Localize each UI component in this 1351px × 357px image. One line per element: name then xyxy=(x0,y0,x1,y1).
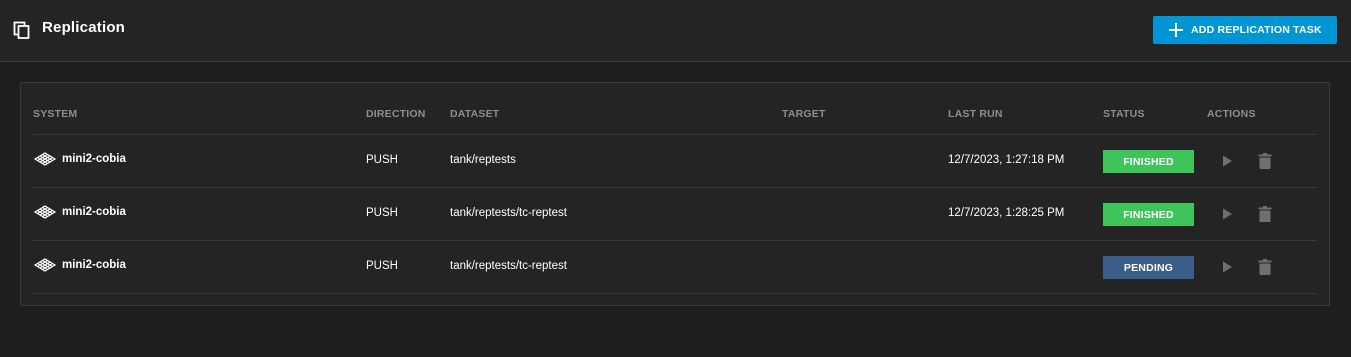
dataset-cell: tank/reptests/tc-reptest xyxy=(450,260,567,272)
trash-icon[interactable] xyxy=(1258,153,1272,169)
column-header-dataset[interactable]: DATASET xyxy=(450,108,499,120)
status-badge[interactable]: PENDING xyxy=(1103,256,1194,279)
page-header: Replication ADD REPLICATION TASK xyxy=(0,0,1351,62)
system-name: mini2-cobia xyxy=(62,259,126,271)
last-run-cell: 12/7/2023, 1:27:18 PM xyxy=(948,154,1065,166)
trash-icon[interactable] xyxy=(1258,259,1272,275)
column-header-direction[interactable]: DIRECTION xyxy=(366,108,426,120)
column-header-target[interactable]: TARGET xyxy=(782,108,826,120)
status-badge[interactable]: FINISHED xyxy=(1103,150,1194,173)
direction-cell: PUSH xyxy=(366,207,398,219)
column-header-system[interactable]: SYSTEM xyxy=(33,108,77,120)
play-icon[interactable] xyxy=(1220,154,1234,168)
trash-icon[interactable] xyxy=(1258,206,1272,222)
dataset-cell: tank/reptests xyxy=(450,154,516,166)
column-header-last-run[interactable]: LAST RUN xyxy=(948,108,1003,120)
column-header-status[interactable]: STATUS xyxy=(1103,108,1145,120)
truenas-mini-icon xyxy=(33,152,57,166)
add-replication-task-label: ADD REPLICATION TASK xyxy=(1191,24,1322,36)
last-run-cell: 12/7/2023, 1:28:25 PM xyxy=(948,207,1065,219)
direction-cell: PUSH xyxy=(366,260,398,272)
status-badge[interactable]: FINISHED xyxy=(1103,203,1194,226)
dataset-cell: tank/reptests/tc-reptest xyxy=(450,207,567,219)
play-icon[interactable] xyxy=(1220,207,1234,221)
add-replication-task-button[interactable]: ADD REPLICATION TASK xyxy=(1153,16,1337,44)
system-name: mini2-cobia xyxy=(62,206,126,218)
direction-cell: PUSH xyxy=(366,154,398,166)
copy-icon xyxy=(13,21,30,39)
system-cell: mini2-cobia xyxy=(33,204,126,220)
system-cell: mini2-cobia xyxy=(33,151,126,167)
table-row[interactable]: mini2-cobia PUSH tank/reptests/tc-reptes… xyxy=(33,188,1317,241)
truenas-mini-icon xyxy=(33,205,57,219)
column-header-actions: ACTIONS xyxy=(1207,108,1256,120)
system-name: mini2-cobia xyxy=(62,153,126,165)
play-icon[interactable] xyxy=(1220,260,1234,274)
replication-table-card: SYSTEM DIRECTION DATASET TARGET LAST RUN… xyxy=(20,82,1330,306)
truenas-mini-icon xyxy=(33,258,57,272)
table-row[interactable]: mini2-cobia PUSH tank/reptests 12/7/2023… xyxy=(33,135,1317,188)
table-row[interactable]: mini2-cobia PUSH tank/reptests/tc-reptes… xyxy=(33,241,1317,294)
page-title: Replication xyxy=(42,19,126,36)
plus-icon xyxy=(1169,23,1183,37)
table-header: SYSTEM DIRECTION DATASET TARGET LAST RUN… xyxy=(33,83,1317,135)
system-cell: mini2-cobia xyxy=(33,257,126,273)
